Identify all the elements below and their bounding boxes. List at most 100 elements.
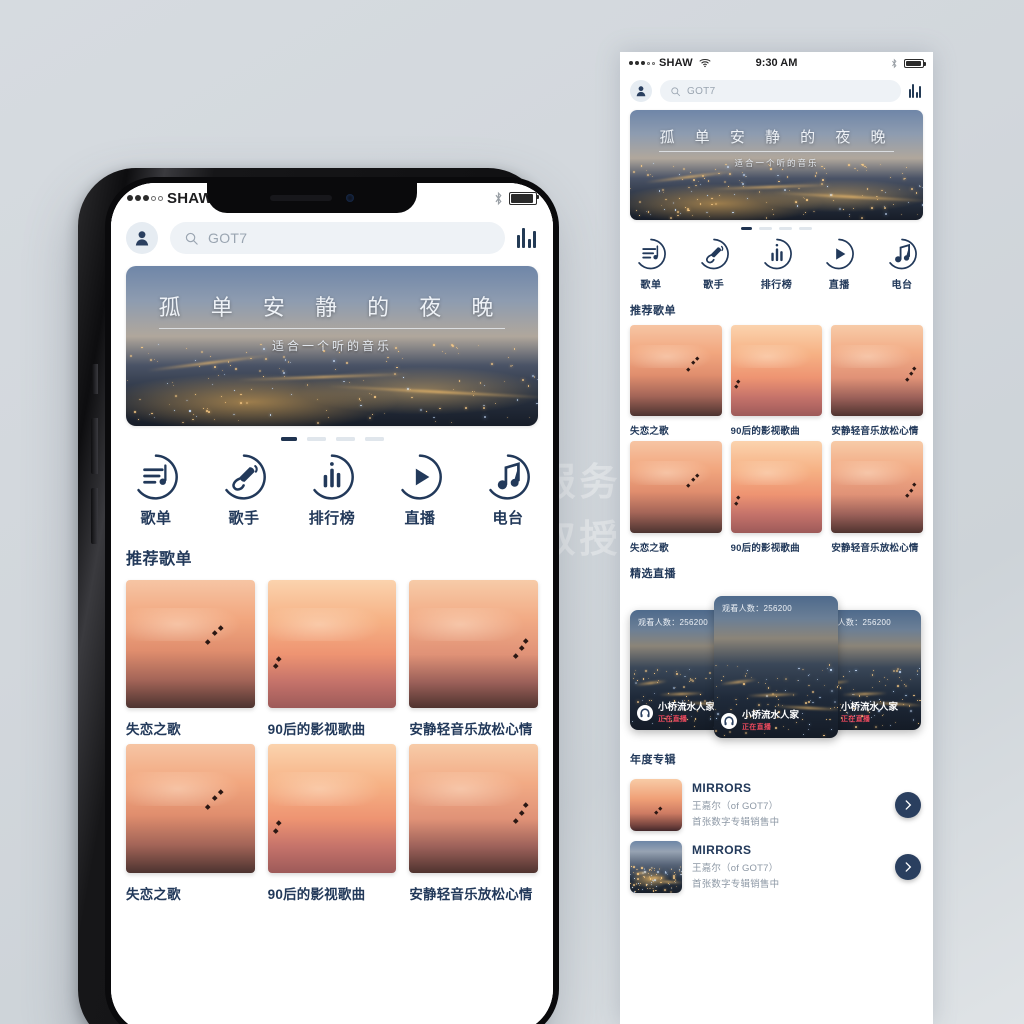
equalizer-icon[interactable] xyxy=(908,84,924,98)
section-title-albums: 年度专辑 xyxy=(630,753,676,766)
carousel-dot[interactable] xyxy=(799,227,812,230)
status-bar: SHAW9:30 AM xyxy=(620,52,933,74)
nav-item-label: 歌单 xyxy=(140,509,172,527)
phone-right-flat-screen: SHAW 9:30 AM GOT7 孤 单 安 静 的 夜 晚适合一个听的音乐歌单 歌手… xyxy=(620,52,933,1024)
banner-carousel[interactable]: 孤 单 安 静 的 夜 晚适合一个听的音乐 xyxy=(111,266,553,426)
playlist-name: 安静轻音乐放松心情 xyxy=(409,886,533,902)
nav-item-歌手[interactable]: 歌手 xyxy=(219,452,269,528)
playlist-card[interactable]: 失恋之歌 xyxy=(126,744,255,903)
playlist-card[interactable]: 安静轻音乐放松心情 xyxy=(831,441,923,554)
playlist-cover xyxy=(126,744,255,873)
album-description: 首张数字专辑销售中 xyxy=(692,879,780,891)
carousel-dots[interactable] xyxy=(111,426,553,446)
mute-switch-button[interactable] xyxy=(92,364,98,394)
album-info: MIRRORS 王嘉尔（of GOT7） 首张数字专辑销售中 xyxy=(692,843,885,890)
play-circle-icon xyxy=(822,237,856,271)
nav-item-直播[interactable]: 直播 xyxy=(822,237,856,291)
playlist-cover xyxy=(267,744,397,873)
playlist-name: 失恋之歌 xyxy=(630,426,669,438)
carousel-dots[interactable] xyxy=(620,220,933,233)
playlist-grid: 失恋之歌 90后的影视歌曲 安静轻音乐放松心情 xyxy=(111,579,553,739)
carousel-dot[interactable] xyxy=(306,437,326,441)
album-row[interactable]: MIRRORS 王嘉尔（of GOT7） 首张数字专辑销售中 xyxy=(620,774,933,836)
playlist-name: 90后的影视歌曲 xyxy=(267,886,366,902)
search-input[interactable]: GOT7 xyxy=(660,80,901,102)
album-info: MIRRORS 王嘉尔（of GOT7） 首张数字专辑销售中 xyxy=(692,781,885,828)
search-input-value: GOT7 xyxy=(687,85,716,97)
carousel-dot[interactable] xyxy=(364,437,384,441)
album-description: 首张数字专辑销售中 xyxy=(692,817,780,829)
playlist-name: 安静轻音乐放松心情 xyxy=(831,542,919,554)
playlist-card[interactable]: 安静轻音乐放松心情 xyxy=(831,324,923,438)
nav-item-排行榜[interactable]: 排行榜 xyxy=(760,237,794,291)
playlist-cover xyxy=(409,579,538,709)
carousel-dot[interactable] xyxy=(741,227,752,230)
nav-item-排行榜[interactable]: 排行榜 xyxy=(307,452,357,528)
volume-down-button[interactable] xyxy=(91,488,98,544)
playlist-name: 失恋之歌 xyxy=(126,886,181,902)
carousel-dot[interactable] xyxy=(280,437,297,441)
banner-image: 孤 单 安 静 的 夜 晚适合一个听的音乐 xyxy=(630,110,923,220)
carousel-dot[interactable] xyxy=(759,227,772,230)
playlist-cover xyxy=(730,324,823,417)
carousel-dot[interactable] xyxy=(779,227,792,230)
device-frame: SHAW9:30 AMGOT7孤 单 安 静 的 夜 晚适合一个听的音乐歌单歌手… xyxy=(78,168,559,1024)
playlist-card[interactable]: 90后的影视歌曲 xyxy=(267,744,397,903)
nav-item-label: 电台 xyxy=(891,279,913,291)
search-bar-row: GOT7 xyxy=(111,213,553,266)
chevron-right-icon[interactable] xyxy=(895,853,921,880)
nav-icon-row: 歌单 歌手 排行榜 直播 电台 xyxy=(620,233,933,291)
live-card-carousel[interactable]: 观看人数：256200 小桥流水人家 正在直播 观看人数：256200 小桥流水人家 正在… xyxy=(620,590,933,740)
volume-up-button[interactable] xyxy=(91,418,98,474)
playlist-card[interactable]: 安静轻音乐放松心情 xyxy=(409,744,538,903)
device-notch xyxy=(207,183,417,213)
avatar[interactable] xyxy=(126,222,158,254)
album-row[interactable]: MIRRORS 王嘉尔（of GOT7） 首张数字专辑销售中 xyxy=(620,836,933,898)
playlist-cover xyxy=(630,441,722,533)
playlist-card[interactable]: 90后的影视歌曲 xyxy=(267,579,397,739)
search-input[interactable]: GOT7 xyxy=(170,222,505,254)
playlist-grid: 失恋之歌 90后的影视歌曲 安静轻音乐放松心情 xyxy=(111,744,553,903)
playlist-card[interactable]: 90后的影视歌曲 xyxy=(730,324,823,437)
playlist-name: 90后的影视歌曲 xyxy=(730,542,800,554)
nav-item-歌单[interactable]: 歌单 xyxy=(634,237,668,291)
play-circle-icon xyxy=(395,452,445,502)
banner-text: 孤 单 安 静 的 夜 晚适合一个听的音乐 xyxy=(630,126,923,169)
nav-item-label: 歌手 xyxy=(228,509,260,527)
nav-item-直播[interactable]: 直播 xyxy=(395,452,445,528)
chevron-right-icon[interactable] xyxy=(895,791,921,818)
battery-icon xyxy=(904,58,926,68)
playlist-name: 90后的影视歌曲 xyxy=(267,722,366,738)
live-status-badge: 正在直播 xyxy=(742,723,772,731)
nav-item-歌单[interactable]: 歌单 xyxy=(131,452,181,528)
equalizer-icon[interactable] xyxy=(516,227,539,248)
playlist-icon xyxy=(634,237,668,271)
nav-icon-row: 歌单 歌手 排行榜 直播 电台 xyxy=(111,446,553,528)
nav-item-label: 直播 xyxy=(828,279,850,291)
playlist-cover xyxy=(409,744,538,873)
carousel-dot[interactable] xyxy=(335,437,355,441)
music-note-icon xyxy=(885,237,919,271)
playlist-cover xyxy=(831,441,923,533)
live-streamer-name: 小桥流水人家 xyxy=(841,701,899,713)
device-display: SHAW9:30 AMGOT7孤 单 安 静 的 夜 晚适合一个听的音乐歌单歌手… xyxy=(111,183,553,1024)
banner-title: 孤 单 安 静 的 夜 晚 xyxy=(158,290,506,329)
playlist-cover xyxy=(267,579,397,709)
playlist-card[interactable]: 失恋之歌 xyxy=(126,579,255,739)
playlist-grid: 失恋之歌 90后的影视歌曲 安静轻音乐放松心情 xyxy=(620,441,933,554)
playlist-card[interactable]: 安静轻音乐放松心情 xyxy=(409,579,538,739)
nav-item-电台[interactable]: 电台 xyxy=(483,452,533,528)
live-card[interactable]: 观看人数：256200 小桥流水人家 正在直播 xyxy=(714,595,838,738)
playlist-card[interactable]: 失恋之歌 xyxy=(630,324,722,438)
search-icon xyxy=(184,231,199,246)
nav-item-歌手[interactable]: 歌手 xyxy=(697,237,731,291)
playlist-card[interactable]: 90后的影视歌曲 xyxy=(730,441,823,554)
phone-left-mockup: SHAW9:30 AMGOT7孤 单 安 静 的 夜 晚适合一个听的音乐歌单歌手… xyxy=(60,168,560,1024)
nav-item-label: 排行榜 xyxy=(760,279,793,291)
banner-subtitle: 适合一个听的音乐 xyxy=(271,339,392,353)
playlist-card[interactable]: 失恋之歌 xyxy=(630,441,722,554)
section-title-playlists: 推荐歌单 xyxy=(126,550,193,568)
banner-carousel[interactable]: 孤 单 安 静 的 夜 晚适合一个听的音乐 xyxy=(620,110,933,220)
nav-item-电台[interactable]: 电台 xyxy=(885,237,919,291)
avatar[interactable] xyxy=(630,80,652,102)
